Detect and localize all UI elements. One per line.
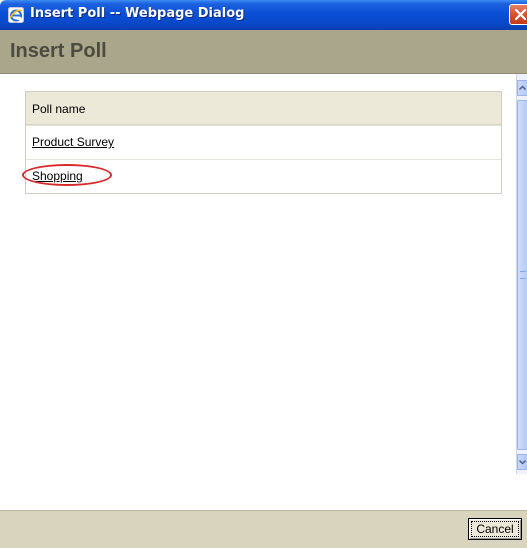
- scroll-thumb[interactable]: [517, 100, 527, 450]
- title-bar[interactable]: Insert Poll -- Webpage Dialog: [0, 0, 527, 30]
- insert-poll-dialog: Insert Poll -- Webpage Dialog Insert Pol…: [0, 0, 527, 548]
- dialog-header: Insert Poll: [0, 30, 527, 74]
- page-title: Insert Poll: [10, 40, 107, 62]
- close-icon: [514, 8, 527, 21]
- scroll-down-button[interactable]: [517, 454, 527, 470]
- poll-link-product-survey[interactable]: Product Survey: [32, 135, 114, 149]
- chevron-down-icon: [518, 459, 527, 465]
- table-row: Product Survey: [26, 125, 501, 159]
- cancel-button-label: Cancel: [471, 521, 519, 537]
- cancel-button[interactable]: Cancel: [468, 518, 522, 540]
- close-button[interactable]: [509, 4, 527, 25]
- dialog-footer: Cancel: [0, 510, 527, 548]
- scroll-up-button[interactable]: [517, 80, 527, 96]
- window-title: Insert Poll -- Webpage Dialog: [30, 6, 245, 21]
- poll-table: Poll name Product Survey Shopping: [22, 91, 502, 194]
- scroll-grip: [520, 271, 526, 279]
- dialog-content: Poll name Product Survey Shopping: [0, 74, 516, 474]
- internet-explorer-icon: [8, 7, 24, 23]
- chevron-up-icon: [518, 85, 527, 91]
- column-header-poll-name: Poll name: [26, 92, 501, 125]
- vertical-scrollbar[interactable]: [516, 74, 527, 474]
- highlight-ring: [22, 164, 112, 186]
- table-row: Shopping: [22, 159, 501, 193]
